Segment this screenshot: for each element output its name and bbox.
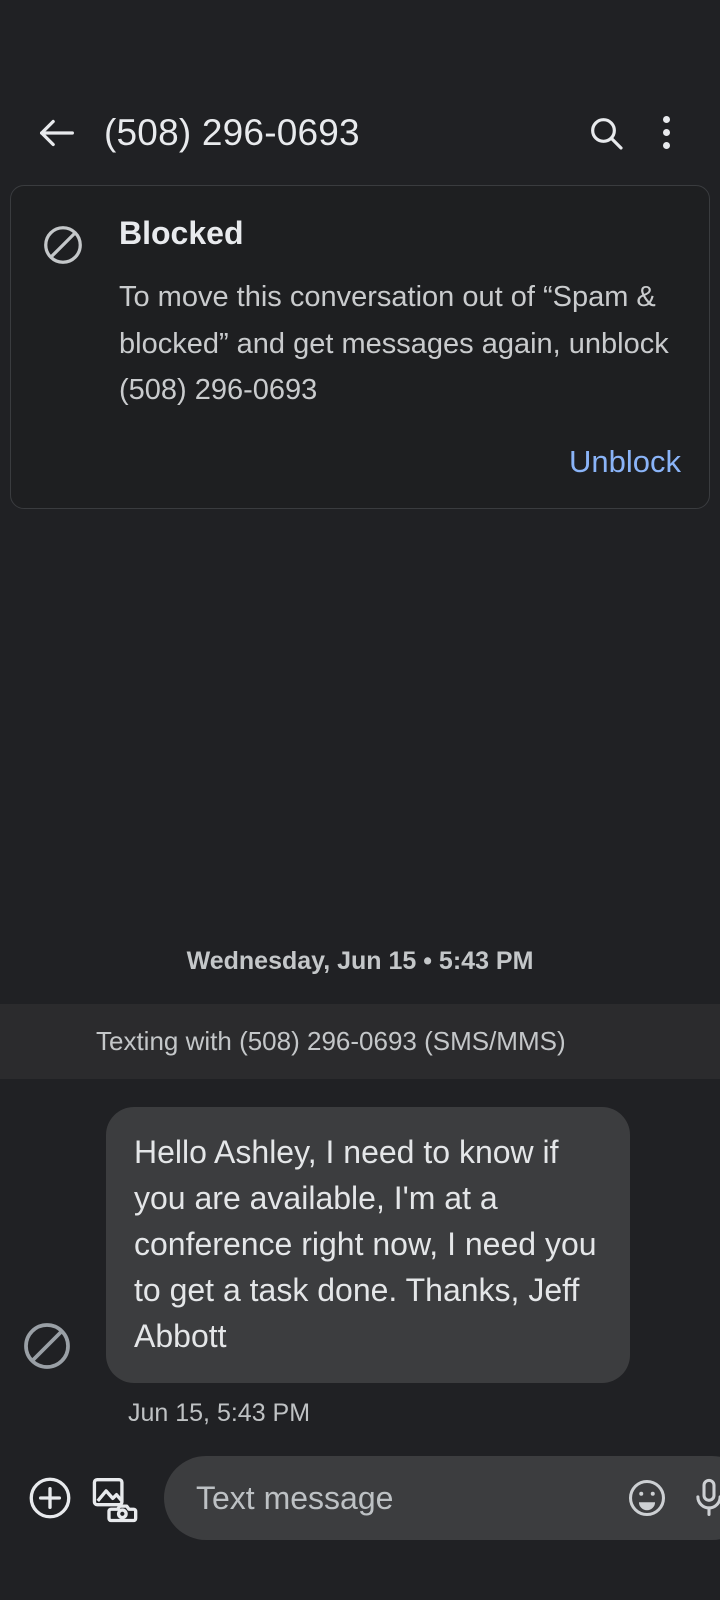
block-icon bbox=[40, 222, 86, 268]
message-timestamp: Jun 15, 5:43 PM bbox=[128, 1399, 311, 1427]
status-bar-spacer bbox=[0, 0, 720, 80]
messages-conversation-screen: (508) 296-0693 Blocked To move this conv… bbox=[0, 0, 720, 1600]
message-bubble[interactable]: Hello Ashley, I need to know if you are … bbox=[106, 1106, 630, 1383]
search-icon bbox=[586, 113, 626, 153]
avatar bbox=[18, 1317, 76, 1375]
emoji-button[interactable] bbox=[616, 1467, 678, 1529]
gallery-camera-icon bbox=[89, 1473, 139, 1523]
gallery-button[interactable] bbox=[82, 1466, 146, 1530]
emoji-smiley-icon bbox=[624, 1475, 670, 1521]
blocked-card-actions: Unblock bbox=[37, 414, 683, 490]
blocked-card-row: Blocked To move this conversation out of… bbox=[37, 214, 683, 414]
block-icon bbox=[19, 1318, 75, 1374]
message-input-container[interactable] bbox=[164, 1456, 720, 1540]
unblock-button[interactable]: Unblock bbox=[567, 440, 683, 484]
blocked-card-description: To move this conversation out of “Spam &… bbox=[119, 281, 669, 407]
message-row[interactable]: Hello Ashley, I need to know if you are … bbox=[0, 1106, 720, 1383]
blocked-card-icon-slot bbox=[37, 214, 89, 268]
texting-with-banner: Texting with (508) 296-0693 (SMS/MMS) bbox=[0, 1003, 720, 1079]
blocked-card: Blocked To move this conversation out of… bbox=[10, 185, 710, 509]
date-divider: Wednesday, Jun 15 • 5:43 PM bbox=[186, 946, 534, 975]
add-attachment-button[interactable] bbox=[18, 1466, 82, 1530]
voice-input-button[interactable] bbox=[678, 1467, 720, 1529]
blocked-card-body: Blocked To move this conversation out of… bbox=[89, 214, 683, 414]
more-vert-icon bbox=[662, 116, 670, 149]
app-bar: (508) 296-0693 bbox=[0, 80, 720, 185]
arrow-left-icon bbox=[34, 110, 80, 156]
page-title: (508) 296-0693 bbox=[104, 111, 360, 153]
plus-circle-icon bbox=[25, 1473, 75, 1523]
conversation-area: Wednesday, Jun 15 • 5:43 PM Texting with… bbox=[0, 508, 720, 1428]
message-input[interactable] bbox=[196, 1479, 616, 1517]
blocked-card-container: Blocked To move this conversation out of… bbox=[0, 185, 720, 509]
compose-bar bbox=[0, 1428, 720, 1568]
blocked-card-title: Blocked bbox=[119, 215, 244, 251]
back-button[interactable] bbox=[30, 106, 84, 160]
navigation-bar-spacer bbox=[0, 1568, 720, 1600]
message-list: Hello Ashley, I need to know if you are … bbox=[0, 1078, 720, 1428]
search-button[interactable] bbox=[576, 103, 636, 163]
microphone-icon bbox=[686, 1475, 720, 1521]
overflow-menu-button[interactable] bbox=[636, 103, 696, 163]
